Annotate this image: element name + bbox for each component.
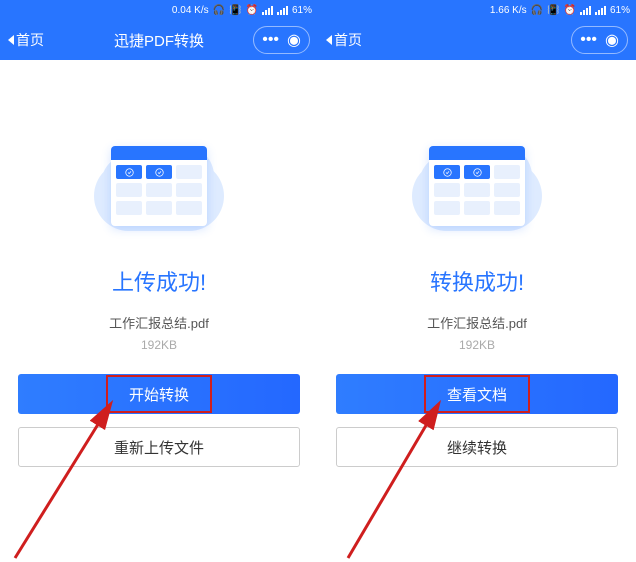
check-icon xyxy=(464,165,490,179)
vibrate-icon: 📳 xyxy=(547,5,559,16)
vibrate-icon: 📳 xyxy=(229,5,241,16)
signal-icon-2 xyxy=(277,5,288,15)
alarm-icon: ⏰ xyxy=(564,5,576,16)
file-name: 工作汇报总结.pdf xyxy=(109,313,209,332)
action-area: 开始转换 重新上传文件 xyxy=(0,374,318,562)
content-area: 转换成功! 工作汇报总结.pdf 192KB 查看文档 继续转换 xyxy=(318,60,636,562)
secondary-button-label: 继续转换 xyxy=(447,437,507,458)
chevron-left-icon xyxy=(326,35,332,45)
secondary-button-label: 重新上传文件 xyxy=(114,437,204,458)
back-button[interactable]: 首页 xyxy=(326,30,362,50)
success-illustration xyxy=(94,128,224,233)
target-icon[interactable]: ◉ xyxy=(287,30,301,50)
secondary-action-button[interactable]: 继续转换 xyxy=(336,427,618,467)
mini-program-controls[interactable]: ••• ◉ xyxy=(253,26,310,54)
file-name: 工作汇报总结.pdf xyxy=(427,313,527,332)
status-bar: 1.66 K/s 🎧 📳 ⏰ 61% xyxy=(318,0,636,20)
secondary-action-button[interactable]: 重新上传文件 xyxy=(18,427,300,467)
mini-program-controls[interactable]: ••• ◉ xyxy=(571,26,628,54)
screen-right: 1.66 K/s 🎧 📳 ⏰ 61% 首页 ••• ◉ xyxy=(318,0,636,562)
back-label: 首页 xyxy=(16,30,44,50)
nav-right: ••• ◉ xyxy=(253,26,310,54)
screen-left: 0.04 K/s 🎧 📳 ⏰ 61% 首页 迅捷PDF转换 ••• ◉ xyxy=(0,0,318,562)
status-bar: 0.04 K/s 🎧 📳 ⏰ 61% xyxy=(0,0,318,20)
status-title: 上传成功! xyxy=(112,265,206,297)
back-button[interactable]: 首页 xyxy=(8,30,44,50)
content-area: 上传成功! 工作汇报总结.pdf 192KB 开始转换 重新上传文件 xyxy=(0,60,318,562)
chevron-left-icon xyxy=(8,35,14,45)
battery-level: 61% xyxy=(610,5,630,16)
check-icon xyxy=(434,165,460,179)
target-icon[interactable]: ◉ xyxy=(605,30,619,50)
more-icon[interactable]: ••• xyxy=(262,31,279,49)
back-label: 首页 xyxy=(334,30,362,50)
primary-action-button[interactable]: 开始转换 xyxy=(18,374,300,414)
signal-icon xyxy=(262,5,273,15)
file-size: 192KB xyxy=(459,338,495,352)
primary-button-label: 开始转换 xyxy=(129,384,189,405)
alarm-icon: ⏰ xyxy=(246,5,258,16)
check-icon xyxy=(146,165,172,179)
signal-icon xyxy=(580,5,591,15)
check-icon xyxy=(116,165,142,179)
headphone-icon: 🎧 xyxy=(531,5,543,16)
battery-level: 61% xyxy=(292,5,312,16)
nav-bar: 首页 迅捷PDF转换 ••• ◉ xyxy=(0,20,318,60)
page-title: 迅捷PDF转换 xyxy=(114,30,204,51)
status-title: 转换成功! xyxy=(430,265,524,297)
more-icon[interactable]: ••• xyxy=(580,31,597,49)
network-speed: 0.04 K/s xyxy=(172,5,209,16)
network-speed: 1.66 K/s xyxy=(490,5,527,16)
file-size: 192KB xyxy=(141,338,177,352)
nav-bar: 首页 ••• ◉ xyxy=(318,20,636,60)
primary-action-button[interactable]: 查看文档 xyxy=(336,374,618,414)
success-illustration xyxy=(412,128,542,233)
nav-right: ••• ◉ xyxy=(571,26,628,54)
signal-icon-2 xyxy=(595,5,606,15)
action-area: 查看文档 继续转换 xyxy=(318,374,636,562)
primary-button-label: 查看文档 xyxy=(447,384,507,405)
headphone-icon: 🎧 xyxy=(213,5,225,16)
